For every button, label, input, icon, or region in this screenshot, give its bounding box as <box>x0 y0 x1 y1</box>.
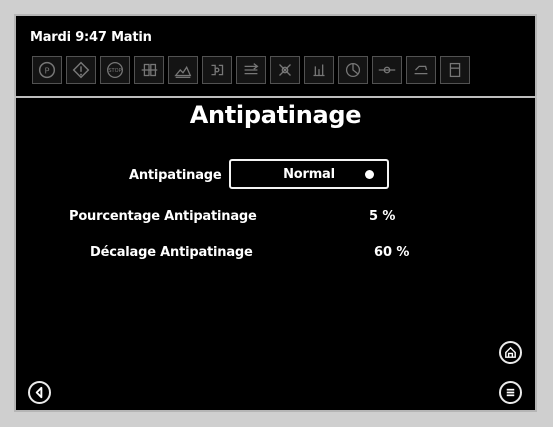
terrain-indicator-icon <box>174 65 192 78</box>
warning-indicator <box>66 56 96 84</box>
terrain-indicator <box>168 56 198 84</box>
fuel-indicator <box>440 56 470 84</box>
axle-indicator-icon <box>378 66 396 74</box>
implement-indicator-icon <box>414 65 428 75</box>
circuit-indicator <box>202 56 232 84</box>
back-arrow-icon <box>35 386 43 399</box>
antipatinage-mode-label: Antipatinage <box>129 168 222 183</box>
page-title: Antipatinage <box>189 101 362 129</box>
implement-indicator <box>406 56 436 84</box>
circuit-indicator-icon <box>211 64 224 76</box>
fuel-indicator-icon <box>449 62 461 78</box>
warning-indicator-icon <box>72 61 90 79</box>
traction-indicator <box>134 56 164 84</box>
parking-brake-indicator: P <box>32 56 62 84</box>
svg-text:P: P <box>45 66 50 76</box>
traction-indicator-icon <box>141 63 158 77</box>
transmission-indicator <box>236 56 266 84</box>
menu-button[interactable] <box>499 381 522 404</box>
indicator-row: P STOP <box>32 56 470 84</box>
antipatinage-percentage-value: 5 % <box>369 209 396 224</box>
lift-indicator <box>304 56 334 84</box>
antipatinage-mode-selector[interactable]: Normal <box>229 159 389 189</box>
status-bar: Mardi 9:47 Matin P STOP <box>14 14 537 98</box>
axle-indicator <box>372 56 402 84</box>
transmission-indicator-icon <box>244 63 259 75</box>
hydraulic-indicator <box>270 56 300 84</box>
pto-indicator-icon <box>345 62 361 78</box>
antipatinage-offset-label: Décalage Antipatinage <box>90 245 253 260</box>
antipatinage-percentage-label: Pourcentage Antipatinage <box>69 209 257 224</box>
stop-indicator: STOP <box>100 56 130 84</box>
menu-icon <box>506 388 515 397</box>
lift-indicator-icon <box>313 64 325 77</box>
display-screen: Mardi 9:47 Matin P STOP Antipatinage Ant… <box>14 14 537 412</box>
back-button[interactable] <box>28 381 51 404</box>
antipatinage-offset-value: 60 % <box>374 245 410 260</box>
antipatinage-mode-value: Normal <box>283 166 335 182</box>
hydraulic-indicator-icon <box>279 64 291 76</box>
home-icon <box>505 346 516 358</box>
svg-text:STOP: STOP <box>108 68 121 74</box>
time-display: Mardi 9:47 Matin <box>30 30 152 45</box>
parking-brake-indicator-icon: P <box>38 61 56 79</box>
selector-dot-icon <box>365 170 374 179</box>
stop-indicator-icon: STOP <box>107 62 123 78</box>
home-button[interactable] <box>499 341 522 364</box>
pto-indicator <box>338 56 368 84</box>
